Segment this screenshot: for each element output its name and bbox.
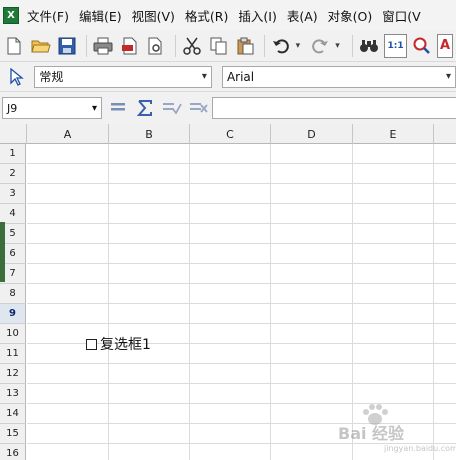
cancel-formula-icon[interactable] bbox=[187, 96, 211, 120]
row-header-14[interactable]: 14 bbox=[0, 404, 26, 424]
standard-toolbar: ▾ ▾ 1:1 A bbox=[0, 30, 456, 62]
watermark-text: Bai 经验 bbox=[338, 424, 405, 443]
row-gridline bbox=[27, 183, 456, 184]
row-gridline bbox=[27, 263, 456, 264]
column-gridline bbox=[270, 144, 271, 460]
row-gridline bbox=[27, 303, 456, 304]
row-gridline bbox=[27, 243, 456, 244]
toolbar-separator bbox=[86, 34, 87, 57]
row-header-10[interactable]: 10 bbox=[0, 324, 26, 344]
undo-icon[interactable] bbox=[269, 34, 293, 58]
cell-reference: J9 bbox=[7, 101, 18, 115]
row-header-3[interactable]: 3 bbox=[0, 184, 26, 204]
column-gridline bbox=[108, 144, 109, 460]
menu-edit[interactable]: 编辑(E) bbox=[77, 6, 130, 25]
undo-dropdown-chevron-icon[interactable]: ▾ bbox=[296, 41, 306, 51]
chevron-down-icon: ▾ bbox=[201, 71, 207, 82]
print-preview-icon[interactable] bbox=[144, 34, 168, 58]
row-gridline bbox=[27, 383, 456, 384]
menu-window[interactable]: 窗口(V bbox=[380, 6, 428, 25]
open-folder-icon[interactable] bbox=[29, 34, 53, 58]
menu-insert[interactable]: 插入(I) bbox=[236, 6, 284, 25]
function-wizard-icon[interactable] bbox=[106, 96, 130, 120]
column-gridline bbox=[189, 144, 190, 460]
formatting-toolbar: 常规 ▾ Arial ▾ bbox=[0, 62, 456, 92]
copy-icon[interactable] bbox=[207, 34, 231, 58]
menu-bar: X 文件(F) 编辑(E) 视图(V) 格式(R) 插入(I) 表(A) 对象(… bbox=[0, 0, 456, 30]
column-header-row: A B C D E bbox=[0, 124, 456, 144]
menu-view[interactable]: 视图(V) bbox=[130, 6, 183, 25]
font-name-value: Arial bbox=[226, 69, 255, 84]
checkbox-label[interactable]: 复选框1 bbox=[100, 334, 151, 354]
row-header-13[interactable]: 13 bbox=[0, 384, 26, 404]
font-name-select[interactable]: Arial ▾ bbox=[221, 65, 456, 88]
print-icon[interactable] bbox=[91, 34, 115, 58]
row-header-16[interactable]: 16 bbox=[0, 444, 26, 460]
find-icon[interactable] bbox=[357, 34, 381, 58]
new-document-icon[interactable] bbox=[2, 34, 26, 58]
chevron-down-icon: ▾ bbox=[91, 102, 97, 114]
zoom-100-label: 1:1 bbox=[387, 40, 404, 51]
watermark-url: jingyan.baidu.com bbox=[384, 444, 456, 453]
menu-format[interactable]: 格式(R) bbox=[183, 6, 236, 25]
checkbox-box[interactable] bbox=[86, 338, 97, 350]
spreadsheet-app-icon: X bbox=[3, 6, 19, 24]
row-header-9[interactable]: 9 bbox=[0, 304, 26, 324]
export-pdf-icon[interactable] bbox=[118, 34, 142, 58]
checkbox-control[interactable]: 复选框1 bbox=[86, 334, 151, 354]
font-color-letter: A bbox=[439, 38, 451, 53]
row-gridline bbox=[27, 323, 456, 324]
sum-icon[interactable] bbox=[133, 96, 157, 120]
column-header-d[interactable]: D bbox=[271, 124, 353, 144]
name-box[interactable]: J9 ▾ bbox=[2, 97, 102, 119]
row-header-8[interactable]: 8 bbox=[0, 284, 26, 304]
row-header-12[interactable]: 12 bbox=[0, 364, 26, 384]
row-header-1[interactable]: 1 bbox=[0, 144, 26, 164]
cell-style-select[interactable]: 常规 ▾ bbox=[34, 65, 212, 88]
menu-object[interactable]: 对象(O) bbox=[326, 6, 381, 25]
row-header-4[interactable]: 4 bbox=[0, 204, 26, 224]
select-all-corner[interactable] bbox=[0, 124, 27, 144]
formula-bar: J9 ▾ bbox=[0, 92, 456, 124]
formula-input[interactable] bbox=[212, 97, 456, 119]
column-header-c[interactable]: C bbox=[190, 124, 271, 144]
redo-dropdown-chevron-icon[interactable]: ▾ bbox=[335, 41, 345, 51]
zoom-100-icon[interactable]: 1:1 bbox=[383, 33, 408, 58]
column-header-e[interactable]: E bbox=[353, 124, 434, 144]
select-arrow-icon[interactable] bbox=[4, 65, 27, 89]
row-gridline bbox=[27, 203, 456, 204]
row-gridline bbox=[27, 363, 456, 364]
save-icon[interactable] bbox=[55, 34, 79, 58]
row-header-15[interactable]: 15 bbox=[0, 424, 26, 444]
row-gridline bbox=[27, 283, 456, 284]
menu-file[interactable]: 文件(F) bbox=[25, 6, 77, 25]
toolbar-separator bbox=[352, 34, 354, 57]
redo-icon[interactable] bbox=[309, 34, 333, 58]
row-gridline bbox=[27, 223, 456, 224]
menu-table[interactable]: 表(A) bbox=[285, 6, 326, 25]
accept-formula-icon[interactable] bbox=[160, 96, 184, 120]
column-header-b[interactable]: B bbox=[109, 124, 190, 144]
paste-icon[interactable] bbox=[233, 34, 257, 58]
row-header-2[interactable]: 2 bbox=[0, 164, 26, 184]
row-gridline bbox=[27, 163, 456, 164]
cell-style-value: 常规 bbox=[39, 70, 64, 84]
font-color-icon[interactable]: A bbox=[437, 33, 453, 58]
side-panel-edge bbox=[0, 222, 5, 282]
column-header-f[interactable] bbox=[434, 124, 456, 144]
chevron-down-icon: ▾ bbox=[445, 71, 451, 82]
zoom-icon[interactable] bbox=[410, 34, 434, 58]
app-icon-letter: X bbox=[7, 9, 15, 21]
baidu-watermark: Bai 经验 jingyan.baidu.com bbox=[338, 404, 456, 460]
toolbar-separator bbox=[175, 34, 176, 57]
cut-icon[interactable] bbox=[180, 34, 204, 58]
row-header-11[interactable]: 11 bbox=[0, 344, 26, 364]
toolbar-separator bbox=[264, 34, 265, 57]
column-header-a[interactable]: A bbox=[27, 124, 109, 144]
